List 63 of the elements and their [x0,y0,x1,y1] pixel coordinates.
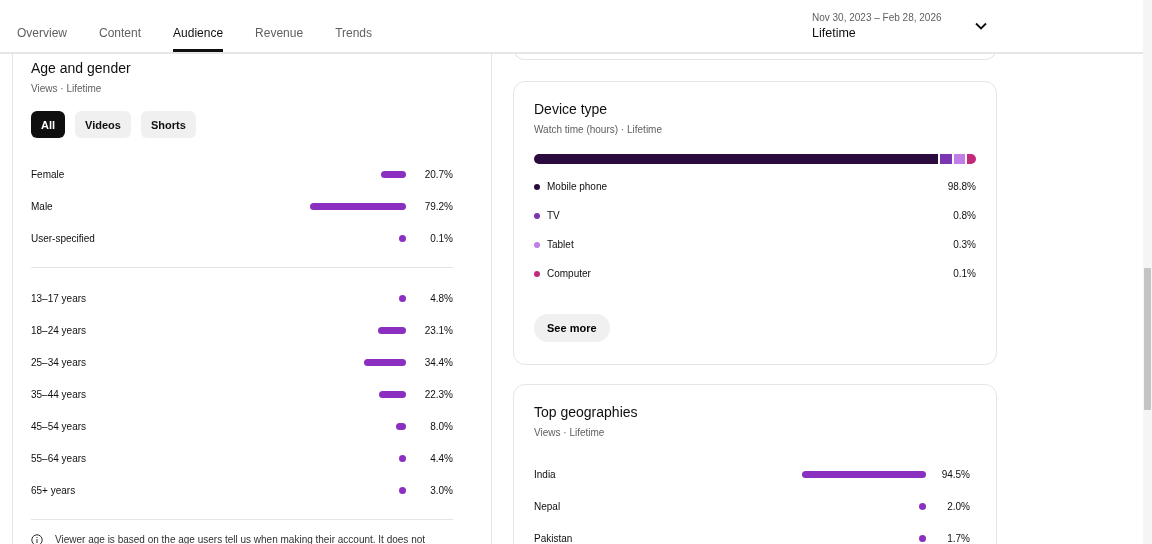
percentage: 3.0% [429,484,453,496]
value-bar [399,294,406,302]
tab[interactable]: Content [99,0,142,52]
value-bar [399,486,406,494]
percentage: 0.3% [953,239,976,250]
percentage: 20.7% [423,168,453,180]
percentage: 0.8% [953,210,976,221]
row-label: Female [31,168,66,180]
value-bar [396,422,406,430]
row-label: India [534,468,557,480]
card-title: Device type [534,101,609,117]
tab[interactable]: Trends [335,0,373,52]
row-label: 13–17 years [31,292,88,304]
card-subtitle: Watch time (hours) · Lifetime [534,124,663,135]
value-bar [379,390,406,398]
value-bar [399,234,406,242]
see-more-button[interactable]: See more [534,314,610,342]
value-bar [919,502,926,510]
value-bar [380,170,406,178]
date-range-picker[interactable]: Nov 30, 2023 – Feb 28, 2026 Lifetime [812,8,992,44]
percentage: 4.8% [429,292,453,304]
value-bar [919,534,926,542]
tab[interactable]: Overview [17,0,67,52]
percentage: 2.0% [946,500,970,512]
row-label: 35–44 years [31,388,88,400]
filter-chip[interactable]: Shorts [140,111,196,138]
row-label: User-specified [31,232,96,244]
row-label: Nepal [534,500,562,512]
row-label: 18–24 years [31,324,88,336]
card-title: Top geographies [534,404,639,420]
percentage: 1.7% [946,532,970,544]
percentage: 8.0% [429,420,453,432]
row-label: 45–54 years [31,420,88,432]
card-title: Age and gender [31,60,132,76]
legend-label: Tablet [547,239,575,250]
percentage: 98.8% [947,181,976,192]
row-label: Pakistan [534,532,574,544]
filter-chip[interactable]: All [31,111,66,138]
info-icon [31,534,43,544]
legend-label: Computer [547,268,592,279]
percentage: 79.2% [423,200,453,212]
row-label: 55–64 years [31,452,88,464]
card-subtitle: Views · Lifetime [31,83,103,94]
filter-chip[interactable]: Videos [75,111,131,138]
percentage: 0.1% [953,268,976,279]
row-label: Male [31,200,54,212]
percentage: 34.4% [423,356,453,368]
percentage: 94.5% [940,468,970,480]
value-bar [364,358,406,366]
tab[interactable]: Audience [173,0,224,52]
value-bar [399,454,406,462]
tab[interactable]: Revenue [255,0,304,52]
scrollbar-thumb[interactable] [1144,268,1151,410]
percentage: 22.3% [423,388,453,400]
value-bar [378,326,406,334]
percentage: 23.1% [423,324,453,336]
legend-label: TV [547,210,561,221]
card-subtitle: Views · Lifetime [534,427,606,438]
percentage: 4.4% [429,452,453,464]
percentage: 0.1% [429,232,453,244]
row-label: 65+ years [31,484,77,496]
row-label: 25–34 years [31,356,88,368]
legend-label: Mobile phone [547,181,609,192]
